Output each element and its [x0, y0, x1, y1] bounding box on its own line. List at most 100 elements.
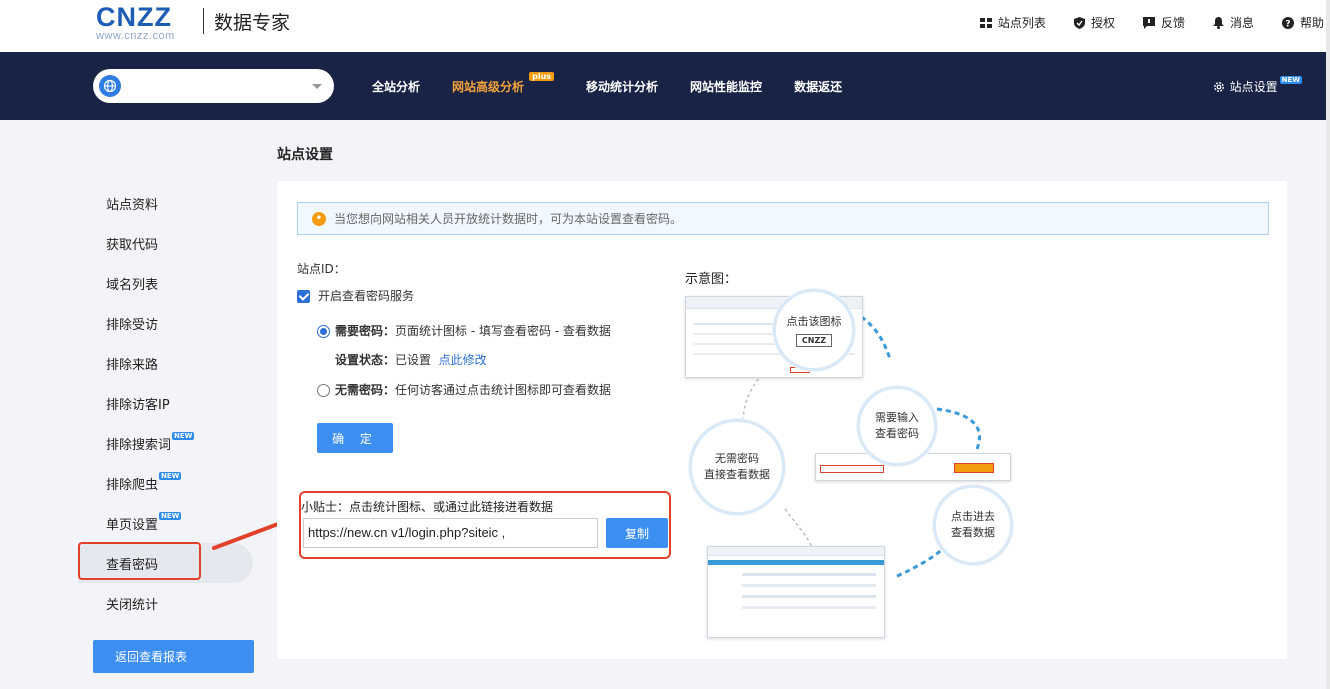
- help-icon: ?: [1281, 16, 1294, 29]
- main-navbar: 全站分析 网站高级分析 plus 移动统计分析 网站性能监控 数据返还 站点设置…: [0, 52, 1326, 120]
- globe-icon: [99, 75, 121, 97]
- nav-item-label: 全站分析: [372, 80, 421, 94]
- nav-menu: 全站分析 网站高级分析 plus 移动统计分析 网站性能监控 数据返还: [372, 72, 874, 95]
- view-link-input[interactable]: https://new.cn v1/login.php?siteic ,: [303, 518, 598, 548]
- bubble-text: 需要输入: [875, 411, 919, 424]
- notice-text: 当您想向网站相关人员开放统计数据时，可为本站设置查看密码。: [334, 212, 683, 226]
- highlight-box: [78, 542, 201, 580]
- enable-password-checkbox[interactable]: [297, 290, 310, 303]
- shield-icon: [1073, 16, 1085, 29]
- tip-highlight-box: 小贴士：点击统计图标、或通过此链接进看数据 https://new.cn v1/…: [299, 491, 671, 559]
- gear-icon: [1213, 81, 1224, 92]
- bubble-need-password: 需要输入 查看密码: [857, 386, 937, 466]
- bubble-text: 查看数据: [951, 526, 995, 539]
- top-link-label: 帮助: [1299, 16, 1324, 30]
- bubble-text: 点击进去: [951, 510, 995, 523]
- sidebar-item-label: 排除来路: [106, 357, 159, 373]
- sidebar-item-label: 排除访客IP: [106, 397, 170, 413]
- site-select-dropdown[interactable]: [93, 69, 334, 103]
- sidebar-item-get-code[interactable]: 获取代码: [78, 223, 258, 263]
- bell-icon: [1212, 16, 1224, 29]
- sidebar-item-label: 站点资料: [106, 197, 159, 213]
- diagram-screenshot-data: [707, 546, 885, 638]
- sidebar-item-label: 排除搜索词: [106, 437, 172, 453]
- product-title: 数据专家: [214, 12, 291, 34]
- new-badge: NEW: [159, 472, 182, 480]
- logo-url: www.cnzz.com: [96, 30, 175, 42]
- sidebar-item-label: 域名列表: [106, 277, 159, 293]
- need-password-desc: 页面统计图标 - 填写查看密码 - 查看数据: [395, 324, 611, 338]
- copy-button[interactable]: 复制: [606, 518, 668, 548]
- no-password-radio[interactable]: [317, 384, 330, 397]
- nav-item-label: 网站高级分析: [452, 80, 525, 94]
- sidebar-item-exclude-ip[interactable]: 排除访客IP: [78, 383, 258, 423]
- sidebar-item-label: 单页设置: [106, 517, 159, 533]
- modify-link[interactable]: 点此修改: [439, 353, 487, 367]
- plus-badge: plus: [529, 72, 555, 81]
- site-id-label: 站点ID：: [297, 262, 346, 276]
- top-links: 站点列表 授权 反馈 消息 ? 帮助: [979, 14, 1330, 31]
- svg-text:?: ?: [1285, 19, 1290, 29]
- status-value: 已设置: [395, 353, 432, 367]
- diagram-title: 示意图：: [685, 272, 738, 287]
- nav-item-label: 网站性能监控: [690, 80, 763, 94]
- nav-item-label: 数据返还: [794, 80, 843, 94]
- no-password-option[interactable]: 无需密码：任何访客通过点击统计图标即可查看数据: [317, 381, 611, 398]
- nav-item-performance[interactable]: 网站性能监控: [690, 78, 762, 95]
- info-icon: •: [312, 211, 326, 226]
- need-password-title: 需要密码：: [335, 324, 396, 338]
- cnzz-stat-icon: CNZZ: [795, 333, 833, 347]
- bubble-text: 查看密码: [875, 427, 919, 440]
- top-link-site-list[interactable]: 站点列表: [979, 14, 1046, 31]
- new-badge: NEW: [159, 512, 182, 520]
- notice-bar: • 当您想向网站相关人员开放统计数据时，可为本站设置查看密码。: [297, 202, 1269, 235]
- nav-item-label: 移动统计分析: [586, 80, 659, 94]
- settings-panel: • 当您想向网站相关人员开放统计数据时，可为本站设置查看密码。 站点ID： 开启…: [277, 181, 1287, 659]
- nav-item-advanced[interactable]: 网站高级分析 plus: [452, 72, 555, 95]
- enable-password-label: 开启查看密码服务: [318, 289, 415, 303]
- bubble-text: 点击该图标: [786, 314, 842, 328]
- bubble-enter-data: 点击进去 查看数据: [933, 485, 1013, 565]
- cnzz-logo[interactable]: CNZZ www.cnzz.com: [96, 2, 175, 43]
- bubble-no-password: 无需密码 直接查看数据: [689, 419, 785, 515]
- no-password-desc: 任何访客通过点击统计图标即可查看数据: [395, 383, 612, 397]
- nav-item-data-return[interactable]: 数据返还: [794, 78, 842, 95]
- site-list-icon: [979, 17, 992, 28]
- status-row: 设置状态：已设置 点此修改: [335, 351, 487, 368]
- sidebar-item-exclude-crawlers[interactable]: 排除爬虫 NEW: [78, 463, 258, 503]
- bubble-text: 直接查看数据: [704, 468, 770, 481]
- site-settings-link[interactable]: 站点设置 NEW: [1213, 75, 1302, 95]
- top-link-label: 反馈: [1160, 16, 1185, 30]
- confirm-button[interactable]: 确 定: [317, 423, 393, 453]
- top-link-label: 站点列表: [997, 16, 1046, 30]
- top-header: CNZZ www.cnzz.com 数据专家 站点列表 授权 反馈 消息 ? 帮…: [0, 0, 1330, 52]
- top-link-authorize[interactable]: 授权: [1073, 14, 1115, 31]
- top-link-feedback[interactable]: 反馈: [1142, 14, 1185, 31]
- top-link-label: 消息: [1229, 16, 1254, 30]
- bubble-text: 无需密码: [715, 452, 759, 465]
- sidebar-item-site-info[interactable]: 站点资料: [78, 183, 258, 223]
- sidebar-item-close-stats[interactable]: 关闭统计: [78, 583, 258, 623]
- sidebar-item-domain-list[interactable]: 域名列表: [78, 263, 258, 303]
- nav-item-mobile[interactable]: 移动统计分析: [586, 78, 658, 95]
- need-password-option[interactable]: 需要密码：页面统计图标 - 填写查看密码 - 查看数据: [317, 322, 611, 339]
- new-badge: NEW: [1279, 75, 1302, 84]
- sidebar-item-label: 排除爬虫: [106, 477, 159, 493]
- top-link-label: 授权: [1090, 16, 1115, 30]
- back-to-reports-button[interactable]: 返回查看报表: [93, 640, 254, 673]
- need-password-radio[interactable]: [317, 325, 330, 338]
- window-scrollbar[interactable]: [1326, 0, 1330, 689]
- enable-password-row[interactable]: 开启查看密码服务: [297, 287, 414, 304]
- sidebar-item-exclude-visited[interactable]: 排除受访: [78, 303, 258, 343]
- top-link-messages[interactable]: 消息: [1212, 14, 1254, 31]
- feedback-icon: [1142, 16, 1155, 29]
- top-link-help[interactable]: ? 帮助: [1281, 14, 1324, 31]
- sidebar-item-exclude-keywords[interactable]: 排除搜索词 NEW: [78, 423, 258, 463]
- sidebar-item-exclude-referrer[interactable]: 排除来路: [78, 343, 258, 383]
- bubble-click-icon: 点击该图标 CNZZ: [773, 289, 855, 371]
- no-password-title: 无需密码：: [335, 383, 396, 397]
- new-badge: NEW: [172, 432, 195, 440]
- nav-item-overall[interactable]: 全站分析: [372, 78, 420, 95]
- site-settings-label: 站点设置: [1229, 80, 1278, 94]
- logo-text: CNZZ: [96, 2, 172, 32]
